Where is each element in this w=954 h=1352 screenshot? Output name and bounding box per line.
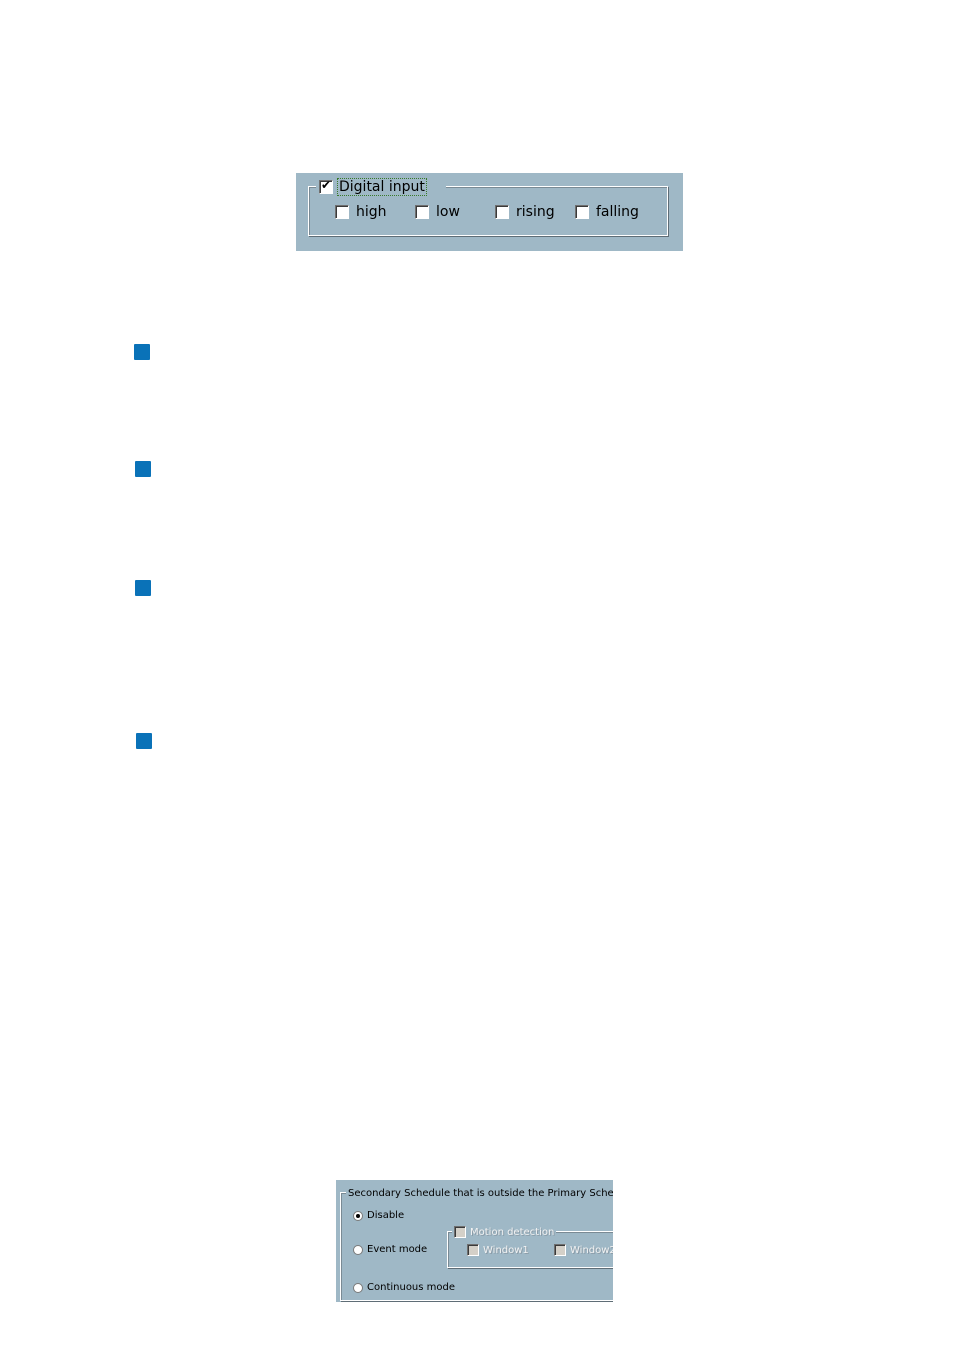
secondary-schedule-legend: Secondary Schedule that is outside the P… xyxy=(346,1185,613,1201)
digital-input-label: Digital input xyxy=(337,178,427,196)
option-rising[interactable]: rising xyxy=(495,204,555,220)
low-checkbox[interactable] xyxy=(415,205,429,219)
window2-label: Window2 xyxy=(570,1244,613,1256)
rising-label: rising xyxy=(516,204,555,220)
radio-event-mode[interactable]: Event mode xyxy=(353,1244,427,1255)
digital-input-checkbox[interactable] xyxy=(319,178,333,194)
window2-checkbox[interactable] xyxy=(554,1244,566,1256)
window2-option[interactable]: Window2 xyxy=(554,1244,613,1256)
option-falling[interactable]: falling xyxy=(575,204,639,220)
square-bullet-icon xyxy=(134,344,150,360)
falling-checkbox[interactable] xyxy=(575,205,589,219)
radio-disable[interactable]: Disable xyxy=(353,1210,404,1221)
secondary-schedule-panel: Secondary Schedule that is outside the P… xyxy=(336,1180,613,1302)
option-low[interactable]: low xyxy=(415,204,460,220)
event-mode-radio[interactable] xyxy=(353,1244,363,1255)
motion-detection-checkbox[interactable] xyxy=(454,1226,466,1238)
high-checkbox[interactable] xyxy=(335,205,349,219)
digital-input-legend: Digital input xyxy=(316,178,446,196)
radio-continuous-mode[interactable]: Continuous mode xyxy=(353,1282,455,1293)
continuous-mode-label: Continuous mode xyxy=(367,1282,456,1293)
continuous-mode-radio[interactable] xyxy=(353,1282,363,1293)
square-bullet-icon xyxy=(136,733,152,749)
window1-label: Window1 xyxy=(483,1244,529,1256)
disable-radio[interactable] xyxy=(353,1210,363,1221)
square-bullet-icon xyxy=(135,461,151,477)
event-mode-label: Event mode xyxy=(367,1244,428,1255)
option-high[interactable]: high xyxy=(335,204,387,220)
window1-option[interactable]: Window1 xyxy=(467,1244,529,1256)
low-label: low xyxy=(436,204,460,220)
digital-input-panel: Digital input high low rising falling xyxy=(296,173,683,251)
high-label: high xyxy=(356,204,387,220)
motion-detection-label: Motion detection xyxy=(470,1226,555,1238)
square-bullet-icon xyxy=(135,580,151,596)
motion-detection-legend: Motion detection xyxy=(452,1224,557,1240)
disable-label: Disable xyxy=(367,1210,405,1221)
window1-checkbox[interactable] xyxy=(467,1244,479,1256)
falling-label: falling xyxy=(596,204,639,220)
rising-checkbox[interactable] xyxy=(495,205,509,219)
secondary-schedule-label: Secondary Schedule that is outside the P… xyxy=(348,1187,613,1199)
